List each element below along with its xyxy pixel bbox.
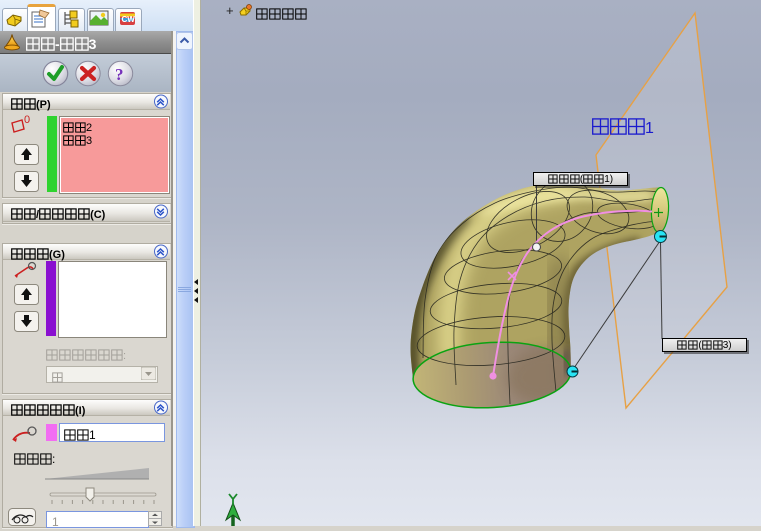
svg-text:0: 0	[24, 114, 30, 126]
svg-text:?: ?	[115, 65, 124, 84]
svg-text:CW: CW	[122, 15, 136, 24]
